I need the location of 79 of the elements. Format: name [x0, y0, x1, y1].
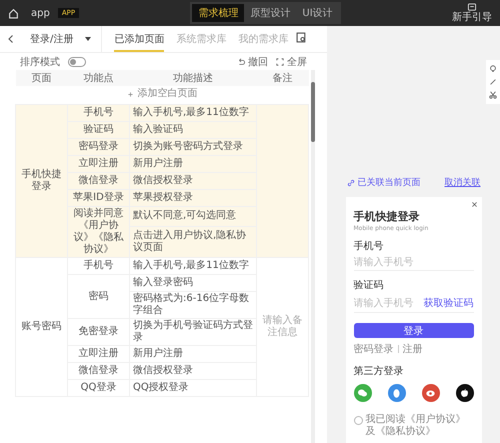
mode-tab[interactable]: 需求梳理	[192, 4, 244, 22]
description-cell: 输入手机号,最多11位数字	[130, 104, 256, 122]
feature-cell: 密码登录	[68, 138, 130, 156]
preview-title: 手机快捷登录	[354, 209, 420, 224]
undo-button[interactable]: 撤回	[237, 54, 268, 68]
guide-icon	[467, 3, 477, 12]
column-header: 备注	[256, 70, 308, 86]
remark-cell: 请输入备注信息	[256, 258, 308, 396]
home-icon	[8, 8, 19, 18]
sort-mode-label: 排序模式	[20, 56, 60, 68]
column-header: 功能点	[68, 70, 130, 86]
field-label: 手机号	[354, 240, 384, 253]
feature-cell: 阅读并同意《用户协议》《隐私协议》	[68, 206, 130, 258]
input-field[interactable]: 请输入手机号	[354, 257, 414, 268]
fullscreen-button[interactable]: 全屏	[276, 54, 307, 68]
social-login-button[interactable]	[456, 384, 474, 402]
feature-cell: 微信登录	[68, 172, 130, 190]
feature-cell: 验证码	[68, 122, 130, 138]
scissors-icon	[489, 91, 497, 99]
third-party-label: 第三方登录	[354, 364, 404, 378]
unlink-link[interactable]: 取消关联	[444, 176, 480, 189]
description-cell: QQ授权登录	[130, 380, 256, 396]
description-cell: 新用户注册	[130, 346, 256, 362]
page-tab[interactable]: 已添加页面	[114, 26, 164, 52]
text-link[interactable]: 密码登录	[354, 342, 394, 356]
description-cell: 新用户注册	[130, 156, 256, 172]
sort-mode-toggle[interactable]	[68, 56, 86, 66]
description-cell: 点击进入用户协议,隐私协议页面	[130, 226, 256, 258]
feature-cell: 苹果ID登录	[68, 190, 130, 206]
consent-text: 我已阅读《用户协议》及《隐私协议》	[366, 414, 466, 438]
column-header: 页面	[16, 70, 68, 86]
page-cell: 账号密码	[16, 258, 68, 396]
feature-cell: 微信登录	[68, 362, 130, 380]
apple-icon	[461, 389, 468, 397]
pen-icon	[489, 78, 497, 86]
eye-icon	[426, 390, 435, 396]
feature-cell: 密码	[68, 274, 130, 318]
column-header: 功能描述	[130, 70, 256, 86]
description-cell: 微信授权登录	[130, 362, 256, 380]
description-cell: 输入登录密码	[130, 274, 256, 292]
login-button[interactable]: 登录	[354, 323, 474, 338]
penguin-icon	[393, 388, 400, 398]
link-icon	[346, 178, 354, 186]
link-status: 已关联当前页面	[358, 176, 420, 189]
feature-cell: 免密登录	[68, 318, 130, 346]
description-cell: 密码格式为:6-16位字母数字组合	[130, 292, 256, 318]
add-page-button[interactable]: 添加空白页面	[126, 88, 198, 100]
description-cell: 切换为手机号验证码方式登录	[130, 318, 256, 346]
feature-cell: 立即注册	[68, 346, 130, 362]
plus-icon	[126, 90, 134, 98]
document-search-icon	[296, 32, 307, 43]
description-cell: 输入验证码	[130, 122, 256, 138]
back-icon	[6, 34, 16, 44]
mode-tab[interactable]: 原型设计	[244, 4, 296, 22]
text-link[interactable]: 注册	[402, 342, 422, 356]
input-field[interactable]: 请输入手机号	[354, 298, 414, 308]
get-code-link[interactable]: 获取验证码	[424, 296, 474, 310]
description-cell: 默认不同意,可勾选同意	[130, 206, 256, 226]
mode-tab[interactable]: UI设计	[296, 4, 339, 22]
chat-bubbles-icon	[358, 389, 367, 397]
undo-icon	[237, 58, 245, 66]
feature-cell: 手机号	[68, 104, 130, 122]
guide-label[interactable]: 新手引导	[452, 12, 492, 23]
feature-cell: 立即注册	[68, 156, 130, 172]
description-cell: 切换为账号密码方式登录	[130, 138, 256, 156]
description-cell: 输入手机号,最多11位数字	[130, 258, 256, 274]
page-cell: 手机快捷登录	[16, 104, 68, 258]
description-cell: 苹果授权登录	[130, 190, 256, 206]
app-name: app	[31, 8, 50, 18]
page-select[interactable]: 登录/注册	[16, 26, 102, 52]
feature-cell: 手机号	[68, 258, 130, 274]
field-label: 验证码	[354, 279, 384, 292]
consent-checkbox[interactable]	[354, 416, 362, 425]
bulb-icon	[489, 65, 497, 73]
caret-icon	[85, 37, 92, 41]
close-icon	[470, 201, 478, 208]
fullscreen-icon	[276, 58, 284, 66]
description-cell: 微信授权登录	[130, 172, 256, 190]
feature-cell: QQ登录	[68, 380, 130, 396]
